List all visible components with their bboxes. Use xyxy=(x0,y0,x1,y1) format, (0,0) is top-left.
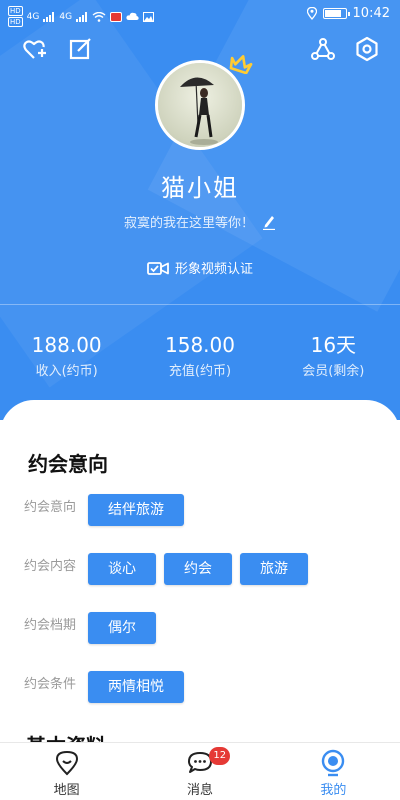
stat-value: 188.00 xyxy=(31,333,102,357)
signal-label: 4G xyxy=(59,11,73,22)
tab-mine[interactable]: 我的 xyxy=(267,743,400,800)
tab-messages[interactable]: 12 消息 xyxy=(133,743,266,800)
section-title: 约会意向 xyxy=(28,452,108,476)
stat-income[interactable]: 188.00 收入(约币) xyxy=(0,332,133,379)
video-verify-button[interactable]: 形象视频认证 xyxy=(0,258,400,277)
tag-chip[interactable]: 偶尔 xyxy=(88,612,156,644)
dating-row-content: 约会内容 谈心 约会 旅游 xyxy=(24,553,308,585)
pencil-icon[interactable] xyxy=(262,214,276,230)
dating-row-schedule: 约会档期 偶尔 xyxy=(24,612,156,644)
row-label: 约会内容 xyxy=(24,559,77,574)
hd-badge: HD xyxy=(8,17,23,27)
stat-value: 158.00 xyxy=(165,333,235,357)
wifi-icon xyxy=(92,11,106,22)
video-camera-icon xyxy=(147,261,169,275)
heart-add-icon[interactable] xyxy=(22,36,48,62)
stat-label: 收入(约币) xyxy=(35,364,98,379)
dating-row-intent: 约会意向 结伴旅游 xyxy=(24,494,184,526)
tab-label: 地图 xyxy=(53,783,80,798)
tag-chip[interactable]: 旅游 xyxy=(240,553,308,585)
stat-label: 充值(约币) xyxy=(168,364,232,379)
vip-crown-icon xyxy=(229,55,253,74)
tag-chip[interactable]: 谈心 xyxy=(88,553,156,585)
video-verify-label: 形象视频认证 xyxy=(174,262,253,277)
tag-chip[interactable]: 约会 xyxy=(164,553,232,585)
tag-chip[interactable]: 结伴旅游 xyxy=(88,494,184,526)
cloud-icon xyxy=(126,12,139,20)
edit-profile-icon[interactable] xyxy=(68,36,94,62)
tag-chip[interactable]: 两情相悦 xyxy=(88,671,184,703)
settings-icon[interactable] xyxy=(354,36,380,62)
stat-label: 会员(剩余) xyxy=(302,364,365,379)
bottom-tab-bar: 地图 12 消息 我的 xyxy=(0,742,400,800)
share-icon[interactable] xyxy=(310,36,336,62)
hd-badge: HD xyxy=(8,6,23,16)
status-bar: HD HD 4G 4G 10:42 xyxy=(0,0,400,30)
stats-bar: 188.00 收入(约币) 158.00 充值(约币) 16天 会员(剩余) xyxy=(0,332,400,379)
signal-label: 4G xyxy=(26,11,40,22)
signal-icon xyxy=(43,11,55,22)
stat-value: 16天 xyxy=(310,333,357,357)
signature-text: 寂寞的我在这里等你！ xyxy=(123,216,254,231)
stat-membership[interactable]: 16天 会员(剩余) xyxy=(267,332,400,379)
tab-label: 我的 xyxy=(320,783,347,798)
map-pin-icon xyxy=(55,750,78,776)
stat-recharge[interactable]: 158.00 充值(约币) xyxy=(133,332,266,379)
username: 猫小姐 xyxy=(161,174,239,202)
tab-map[interactable]: 地图 xyxy=(0,743,133,800)
notification-icon xyxy=(110,11,123,22)
row-label: 约会档期 xyxy=(24,618,77,633)
avatar-photo xyxy=(180,77,218,145)
header-divider xyxy=(0,304,400,305)
status-time: 10:42 xyxy=(352,6,390,21)
row-label: 约会意向 xyxy=(24,500,77,515)
battery-icon xyxy=(322,8,350,19)
tab-label: 消息 xyxy=(186,783,213,798)
dating-row-condition: 约会条件 两情相悦 xyxy=(24,671,184,703)
unread-badge: 12 xyxy=(209,747,231,765)
signature-row[interactable]: 寂寞的我在这里等你！ xyxy=(0,212,400,231)
signal-icon xyxy=(76,11,88,22)
photo-icon xyxy=(143,11,155,22)
location-icon xyxy=(306,7,317,20)
row-label: 约会条件 xyxy=(24,677,77,692)
profile-icon xyxy=(322,749,345,777)
